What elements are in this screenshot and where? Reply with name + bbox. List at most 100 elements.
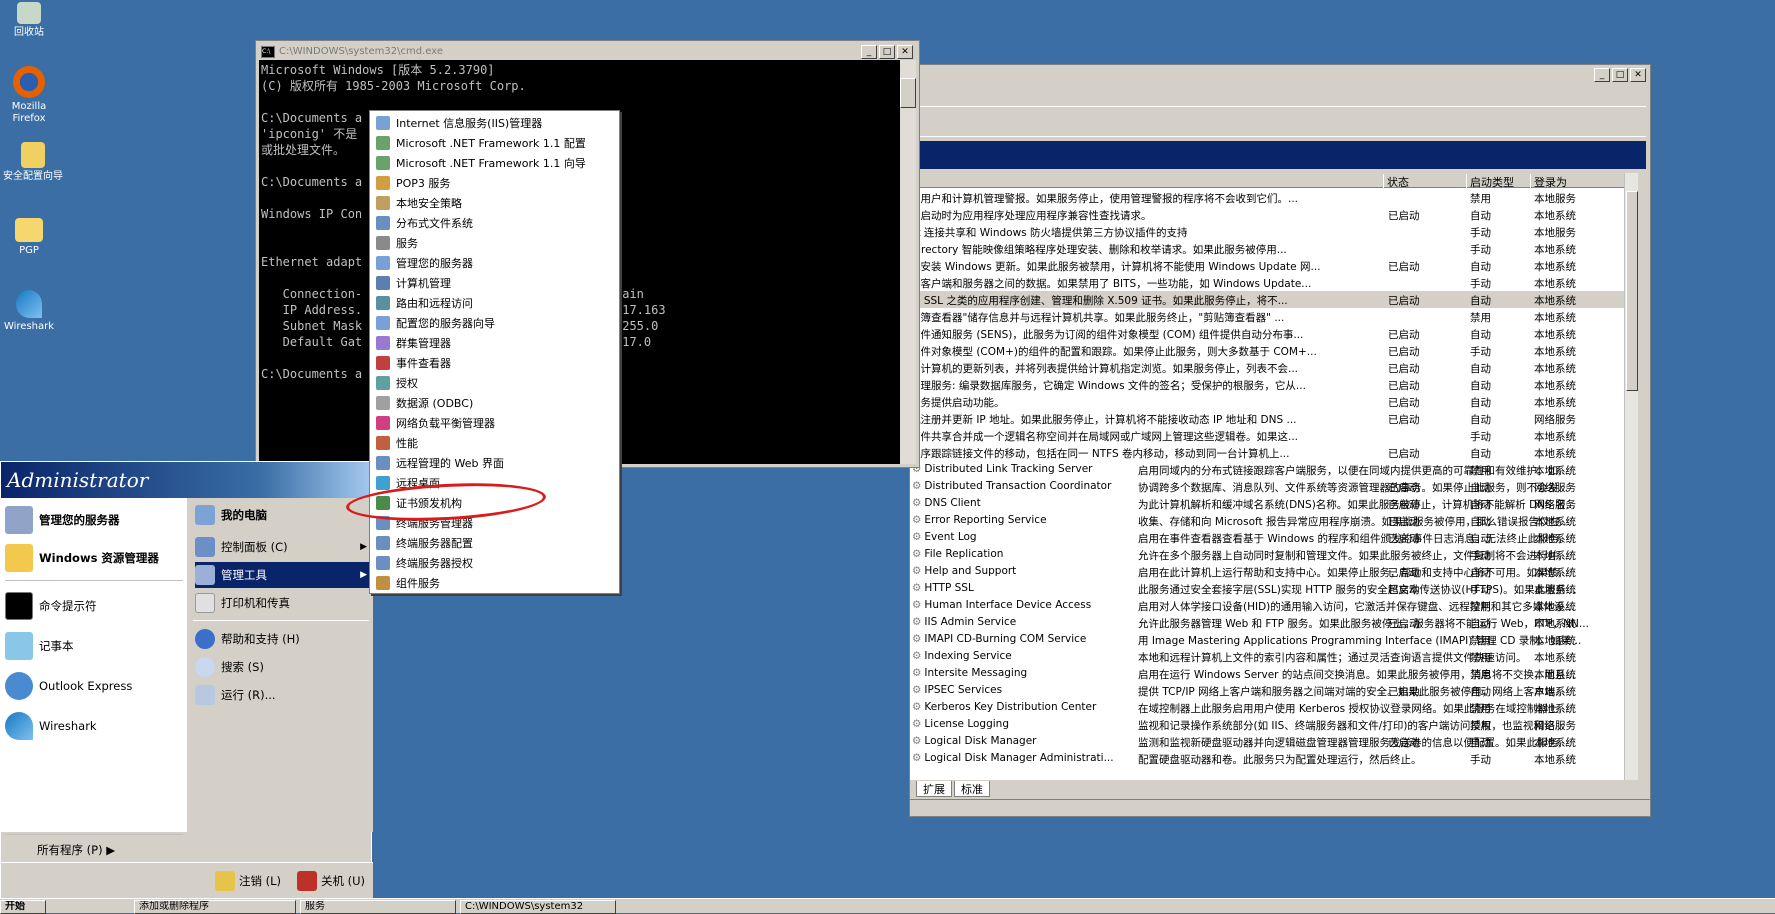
table-row[interactable]: Distributed Transaction Coordinator协调跨多个… (910, 478, 1630, 495)
admin-tools-item[interactable]: 管理您的服务器 (372, 253, 618, 273)
column-header-startup[interactable]: 启动类型 (1466, 174, 1532, 189)
cell-name: Distributed Link Tracking Server (912, 463, 1132, 475)
table-row[interactable]: 序启动时为应用程序处理应用程序兼容性查找请求。 已启动 自动 本地系统 (910, 206, 1630, 223)
close-button[interactable]: ✕ (897, 45, 913, 59)
table-row[interactable]: Intersite Messaging启用在运行 Windows Server … (910, 665, 1630, 682)
table-row[interactable]: 和 SSL 之类的应用程序创建、管理和删除 X.509 证书。如果此服务停止，将… (910, 291, 1630, 308)
table-row[interactable]: IMAPI CD-Burning COM Service用 Image Mast… (910, 631, 1630, 648)
tab-extended[interactable]: 扩展 (916, 781, 952, 797)
admin-tools-item[interactable]: 配置您的服务器向导 (372, 313, 618, 333)
admin-tools-item[interactable]: 事件查看器 (372, 353, 618, 373)
desktop-icon-security-wizard[interactable]: 安全配置向导 (0, 142, 66, 183)
taskbar-item-cmd[interactable]: C:\WINDOWS\system32 (460, 900, 616, 914)
table-row[interactable]: Logical Disk Manager监测和监视新硬盘驱动器并向逻辑磁盘管理器… (910, 733, 1630, 750)
table-row[interactable]: 事件通知服务 (SENS)，此服务为订阅的组件对象模型 (COM) 组件提供自动… (910, 325, 1630, 342)
start-item-wireshark[interactable]: Wireshark (5, 710, 97, 742)
admin-tools-item[interactable]: 路由和远程访问 (372, 293, 618, 313)
admin-tools-item[interactable]: 群集管理器 (372, 333, 618, 353)
start-item-run[interactable]: 运行 (R)... (195, 682, 371, 708)
start-item-control-panel[interactable]: 控制面板 (C) ▶ (195, 534, 371, 560)
column-header-status[interactable]: 状态 (1383, 174, 1463, 189)
table-row[interactable]: Logical Disk Manager Administrati...配置硬盘… (910, 750, 1630, 767)
cmd-titlebar[interactable]: C:\ C:\WINDOWS\system32\cmd.exe _ □ ✕ (259, 44, 916, 60)
admin-tools-item[interactable]: Microsoft .NET Framework 1.1 配置 (372, 133, 618, 153)
table-row[interactable]: 文件共享合并成一个逻辑名称空间并在局域网或广域网上管理这些逻辑卷。如果这... 手… (910, 427, 1630, 444)
cell-logon: 本地系统 (1534, 448, 1576, 460)
cmd-scrollbar[interactable] (900, 60, 916, 464)
table-row[interactable]: 程序跟踪链接文件的移动，包括在同一 NTFS 卷内移动，移动到同一台计算机上..… (910, 444, 1630, 461)
table-row[interactable]: Indexing Service本地和远程计算机上文件的索引内容和属性；通过灵活… (910, 648, 1630, 665)
admin-tools-item[interactable]: 计算机管理 (372, 273, 618, 293)
table-row[interactable]: Kerberos Key Distribution Center在域控制器上此服… (910, 699, 1630, 716)
table-row[interactable]: 上计算机的更新列表，并将列表提供给计算机指定浏览。如果服务停止，列表不会... 已… (910, 359, 1630, 376)
admin-tools-item[interactable]: 终端服务器授权 (372, 553, 618, 573)
desktop-icon-firefox[interactable]: Mozilla Firefox (0, 66, 58, 125)
table-row[interactable]: Error Reporting Service收集、存储和向 Microsoft… (910, 512, 1630, 529)
admin-tools-item[interactable]: 远程管理的 Web 界面 (372, 453, 618, 473)
table-row[interactable]: File Replication允许在多个服务器上自动同时复制和管理文件。如果此… (910, 546, 1630, 563)
minimize-button[interactable]: _ (1594, 68, 1610, 82)
vertical-scrollbar[interactable] (1624, 173, 1638, 780)
table-row[interactable]: 贴簿查看器"储存信息并与远程计算机共享。如果此服务终止，"剪贴簿查看器" ...… (910, 308, 1630, 325)
table-row[interactable]: DNS Client为此计算机解析和缓冲域名系统(DNS)名称。如果此服务被停止… (910, 495, 1630, 512)
table-row[interactable]: IIS Admin Service允许此服务器管理 Web 和 FTP 服务。如… (910, 614, 1630, 631)
admin-tools-item[interactable]: 组件服务 (372, 573, 618, 593)
table-row[interactable]: IPSEC Services提供 TCP/IP 网络上客户端和服务器之间端对端的… (910, 682, 1630, 699)
table-row[interactable]: 服务提供启动功能。 已启动 自动 本地系统 (910, 393, 1630, 410)
start-item-manage-server[interactable]: 管理您的服务器 (5, 504, 120, 536)
scroll-thumb[interactable] (1626, 191, 1638, 391)
all-programs-button[interactable]: 所有程序 (P) ▶ (37, 842, 115, 858)
table-row[interactable]: 并安装 Windows 更新。如果此服务被禁用，计算机将不能使用 Windows… (910, 257, 1630, 274)
start-item-cmd[interactable]: 命令提示符 (5, 590, 97, 622)
admin-tools-item[interactable]: 服务 (372, 233, 618, 253)
desktop-icon-pgp[interactable]: PGP (0, 218, 58, 257)
admin-tools-item[interactable]: Microsoft .NET Framework 1.1 向导 (372, 153, 618, 173)
start-item-help[interactable]: 帮助和支持 (H) (195, 626, 371, 652)
scroll-thumb[interactable] (900, 78, 916, 108)
admin-tools-item[interactable]: 本地安全策略 (372, 193, 618, 213)
admin-tools-item[interactable]: 授权 (372, 373, 618, 393)
start-item-explorer[interactable]: Windows 资源管理器 (5, 542, 159, 574)
admin-tools-item[interactable]: 分布式文件系统 (372, 213, 618, 233)
maximize-button[interactable]: □ (879, 45, 895, 59)
table-row[interactable]: 组件对象模型 (COM+)的组件的配置和跟踪。如果停止此服务，则大多数基于 CO… (910, 342, 1630, 359)
admin-tools-item[interactable]: Internet 信息服务(IIS)管理器 (372, 113, 618, 133)
table-row[interactable]: et 连接共享和 Windows 防火墙提供第三方协议插件的支持 手动 本地服务 (910, 223, 1630, 240)
minimize-button[interactable]: _ (861, 45, 877, 59)
table-row[interactable]: 端客户端和服务器之间的数据。如果禁用了 BITS，一些功能，如 Windows … (910, 274, 1630, 291)
admin-tools-item[interactable]: POP3 服务 (372, 173, 618, 193)
table-row[interactable]: License Logging监视和记录操作系统部分(如 IIS、终端服务器和文… (910, 716, 1630, 733)
admin-tools-item[interactable]: 性能 (372, 433, 618, 453)
table-row[interactable]: Event Log启用在事件查看器查看基于 Windows 的程序和组件颁发的事… (910, 529, 1630, 546)
table-row[interactable]: Distributed Link Tracking Server启用同域内的分布… (910, 461, 1630, 478)
admin-tools-item[interactable]: 网络负载平衡管理器 (372, 413, 618, 433)
logoff-button[interactable]: 注销 (L) (215, 871, 281, 891)
taskbar-item-add-remove[interactable]: 添加或删除程序 (134, 900, 296, 914)
shutdown-button[interactable]: 关机 (U) (297, 871, 365, 891)
start-item-search[interactable]: 搜索 (S) (195, 654, 371, 680)
start-item-outlook[interactable]: Outlook Express (5, 670, 132, 702)
table-row[interactable]: Human Interface Device Access启用对人体学接口设备(… (910, 597, 1630, 614)
start-button[interactable]: 开始 (0, 900, 46, 914)
maximize-button[interactable]: □ (1612, 68, 1628, 82)
admin-tools-item[interactable]: 终端服务器配置 (372, 533, 618, 553)
taskbar-item-services[interactable]: 服务 (300, 900, 456, 914)
services-list[interactable]: 状态 启动类型 登录为 的用户和计算机管理警报。如果服务停止，使用管理警报的程序… (910, 173, 1638, 780)
table-row[interactable]: HTTP SSL此服务通过安全套接字层(SSL)实现 HTTP 服务的安全超文本… (910, 580, 1630, 597)
table-row[interactable]: Help and Support启用在此计算机上运行帮助和支持中心。如果停止服务… (910, 563, 1630, 580)
start-item-my-computer[interactable]: 我的电脑 (195, 502, 371, 528)
close-button[interactable]: ✕ (1630, 68, 1646, 82)
desktop-icon-wireshark[interactable]: Wireshark (0, 290, 58, 333)
admin-tools-item[interactable]: 数据源 (ODBC) (372, 393, 618, 413)
start-item-admin-tools[interactable]: 管理工具 ▶ (195, 562, 371, 588)
tab-standard[interactable]: 标准 (954, 781, 990, 797)
start-menu-right: 我的电脑 控制面板 (C) ▶ 管理工具 ▶ 打印机和传真 帮助和支持 (H) … (189, 498, 373, 832)
table-row[interactable]: 机注册并更新 IP 地址。如果此服务停止，计算机将不能接收动态 IP 地址和 D… (910, 410, 1630, 427)
desktop-icon-recycle-bin[interactable]: 回收站 (0, 2, 58, 39)
table-row[interactable]: Directory 智能映像组策略程序处理安装、删除和枚举请求。如果此服务被停用… (910, 240, 1630, 257)
start-item-printers[interactable]: 打印机和传真 (195, 590, 371, 616)
table-row[interactable]: 的用户和计算机管理警报。如果服务停止，使用管理警报的程序将不会收到它们。... 禁… (910, 189, 1630, 206)
start-item-notepad[interactable]: 记事本 (5, 630, 74, 662)
column-header-logon[interactable]: 登录为 (1530, 174, 1630, 189)
table-row[interactable]: 管理服务: 编录数据库服务，它确定 Windows 文件的签名；受保护的根服务，… (910, 376, 1630, 393)
